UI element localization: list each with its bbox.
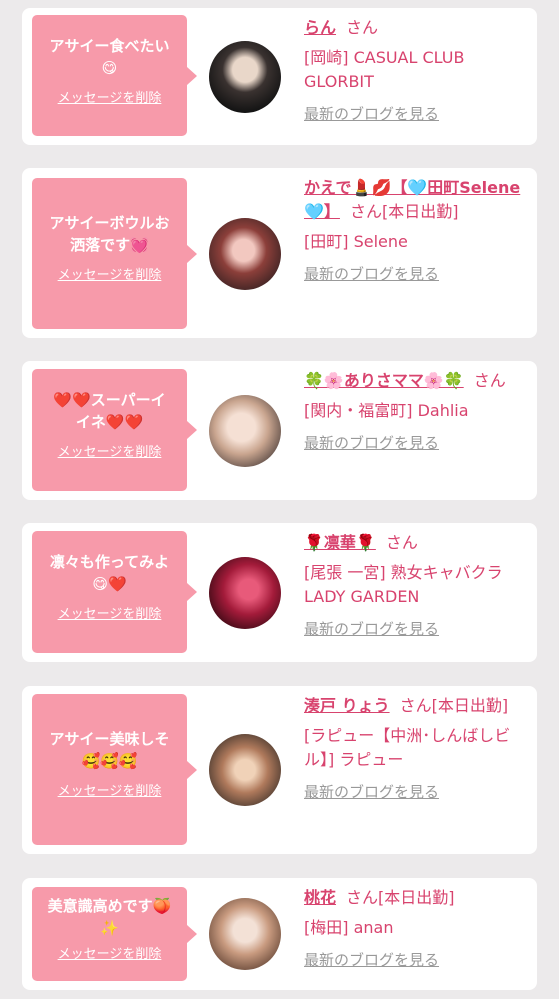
work-status: [本日出勤]: [381, 202, 459, 221]
sender-name-link[interactable]: らん: [304, 18, 336, 37]
message-card: ❤️❤️スーパーイ イネ❤️❤️ メッセージを削除 🍀🌸ありさママ🌸🍀 さん [関…: [22, 361, 537, 500]
shop-name: [関内・福富町] Dahlia: [304, 401, 469, 420]
honorific: さん: [399, 696, 432, 715]
work-status: [本日出勤]: [378, 888, 455, 907]
sender-info: 🌹凛華🌹 さん [尾張 一宮] 熟女キャバクラ LADY GARDEN 最新のブロ…: [304, 531, 529, 641]
latest-blog-link[interactable]: 最新のブログを見る: [304, 617, 439, 641]
message-bubble: 美意識高めです🍑 ✨ メッセージを削除: [32, 887, 197, 981]
latest-blog-link[interactable]: 最新のブログを見る: [304, 431, 439, 455]
honorific: さん: [473, 371, 506, 390]
message-bubble: 凛々も作ってみよ 😋❤️ メッセージを削除: [32, 531, 197, 653]
delete-message-link[interactable]: メッセージを削除: [32, 780, 187, 799]
message-bubble: ❤️❤️スーパーイ イネ❤️❤️ メッセージを削除: [32, 369, 197, 491]
avatar[interactable]: [209, 898, 281, 970]
sender-info: 湊戸 りょう さん[本日出勤] [ラピュー【中洲･しんばしビル】] ラピュー 最新…: [304, 694, 529, 804]
sender-info: 桃花 さん[本日出勤] [梅田] anan 最新のブログを見る: [304, 886, 529, 972]
shop-name: [岡崎] CASUAL CLUB GLORBIT: [304, 48, 465, 91]
delete-message-link[interactable]: メッセージを削除: [32, 603, 187, 622]
sender-info: かえで💄💋【🩵田町Selene🩵】 さん[本日出勤] [田町] Selene 最新…: [304, 176, 529, 286]
message-text: 凛々も作ってみよ 😋❤️: [49, 553, 170, 593]
shop-name: [ラピュー【中洲･しんばしビル】] ラピュー: [304, 726, 511, 769]
honorific: さん: [349, 202, 382, 221]
avatar[interactable]: [209, 218, 281, 290]
delete-message-link[interactable]: メッセージを削除: [32, 943, 187, 962]
sender-info: 🍀🌸ありさママ🌸🍀 さん [関内・福富町] Dahlia 最新のブログを見る: [304, 369, 529, 455]
delete-message-link[interactable]: メッセージを削除: [32, 87, 187, 106]
message-text: アサイーボウルお 洒落です💓: [49, 214, 170, 254]
avatar[interactable]: [209, 557, 281, 629]
message-text: アサイー食べたい 😋: [49, 37, 170, 77]
sender-name-link[interactable]: 桃花: [304, 888, 336, 907]
message-card: 凛々も作ってみよ 😋❤️ メッセージを削除 🌹凛華🌹 さん [尾張 一宮] 熟女キ…: [22, 523, 537, 662]
avatar[interactable]: [209, 41, 281, 113]
message-bubble: アサイー美味しそ 🥰🥰🥰 メッセージを削除: [32, 694, 197, 845]
message-text: 美意識高めです🍑 ✨: [47, 897, 172, 937]
shop-name: [田町] Selene: [304, 232, 408, 251]
message-card: アサイー美味しそ 🥰🥰🥰 メッセージを削除 湊戸 りょう さん[本日出勤] [ラピ…: [22, 686, 537, 854]
delete-message-link[interactable]: メッセージを削除: [32, 441, 187, 460]
sender-name-link[interactable]: 🌹凛華🌹: [304, 533, 376, 552]
honorific: さん: [346, 888, 379, 907]
latest-blog-link[interactable]: 最新のブログを見る: [304, 948, 439, 972]
message-bubble: アサイーボウルお 洒落です💓 メッセージを削除: [32, 178, 197, 329]
message-card: 美意識高めです🍑 ✨ メッセージを削除 桃花 さん[本日出勤] [梅田] anan…: [22, 878, 537, 990]
message-bubble: アサイー食べたい 😋 メッセージを削除: [32, 15, 197, 136]
avatar[interactable]: [209, 734, 281, 806]
message-text: アサイー美味しそ 🥰🥰🥰: [49, 730, 170, 770]
latest-blog-link[interactable]: 最新のブログを見る: [304, 102, 439, 126]
work-status: [本日出勤]: [431, 696, 509, 715]
delete-message-link[interactable]: メッセージを削除: [32, 264, 187, 283]
avatar[interactable]: [209, 395, 281, 467]
shop-name: [梅田] anan: [304, 918, 394, 937]
message-list: アサイー食べたい 😋 メッセージを削除 らん さん [岡崎] CASUAL CLU…: [0, 0, 559, 999]
message-card: アサイーボウルお 洒落です💓 メッセージを削除 かえで💄💋【🩵田町Selene🩵…: [22, 168, 537, 338]
sender-info: らん さん [岡崎] CASUAL CLUB GLORBIT 最新のブログを見る: [304, 16, 529, 126]
shop-name: [尾張 一宮] 熟女キャバクラ LADY GARDEN: [304, 563, 503, 606]
honorific: さん: [346, 18, 379, 37]
latest-blog-link[interactable]: 最新のブログを見る: [304, 780, 439, 804]
latest-blog-link[interactable]: 最新のブログを見る: [304, 262, 439, 286]
sender-name-link[interactable]: 湊戸 りょう: [304, 696, 390, 715]
message-text: ❤️❤️スーパーイ イネ❤️❤️: [53, 391, 166, 431]
message-card: アサイー食べたい 😋 メッセージを削除 らん さん [岡崎] CASUAL CLU…: [22, 8, 537, 145]
sender-name-link[interactable]: 🍀🌸ありさママ🌸🍀: [304, 371, 464, 390]
honorific: さん: [385, 533, 418, 552]
